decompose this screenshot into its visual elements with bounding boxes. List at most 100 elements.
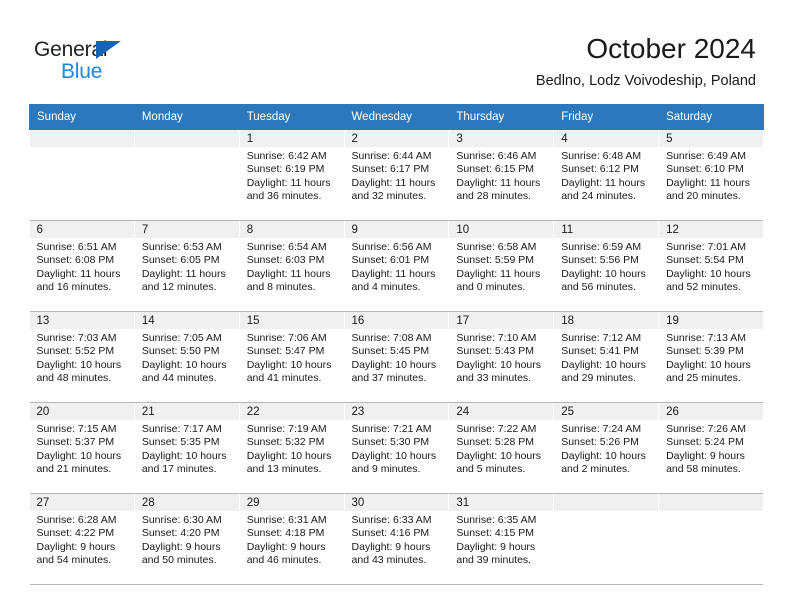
daylight-text-line1: Daylight: 9 hours <box>246 540 326 553</box>
sunrise-text: Sunrise: 6:44 AM <box>351 150 432 162</box>
day-cell-inner: 1 Sunrise: 6:42 AM Sunset: 6:19 PM Daylight… <box>240 130 344 220</box>
calendar-day-cell[interactable]: 15 Sunrise: 7:06 AM Sunset: 5:47 PM Dayligh… <box>238 311 345 403</box>
calendar-day-cell[interactable]: 10 Sunrise: 6:58 AM Sunset: 5:59 PM Dayligh… <box>448 220 555 312</box>
day-cell-details: Sunrise: 6:59 AM Sunset: 5:56 PM Daylight:… <box>555 238 658 295</box>
daylight-text-line1: Daylight: 9 hours <box>456 540 536 553</box>
sunrise-text: Sunrise: 7:24 AM <box>561 423 642 435</box>
daylight-text-line2: and 20 minutes. <box>666 190 741 203</box>
sunset-text: Sunset: 5:39 PM <box>666 345 744 358</box>
day-number <box>659 494 764 511</box>
sunrise-text: Sunrise: 7:01 AM <box>666 241 747 253</box>
daylight-text-line2: and 28 minutes. <box>456 190 532 203</box>
daylight-text-line1: Daylight: 11 hours <box>666 176 750 189</box>
calendar-day-cell[interactable]: 26 Sunrise: 7:26 AM Sunset: 5:24 PM Dayligh… <box>658 402 764 494</box>
day-cell-inner: 10 Sunrise: 6:58 AM Sunset: 5:59 PM Dayligh… <box>449 221 553 311</box>
day-cell-inner <box>29 130 134 220</box>
sunrise-text: Sunrise: 6:59 AM <box>561 241 642 253</box>
day-cell-inner: 30 Sunrise: 6:33 AM Sunset: 4:16 PM Dayligh… <box>345 494 448 584</box>
daylight-text-line2: and 33 minutes. <box>456 372 532 385</box>
sunrise-text: Sunrise: 6:49 AM <box>666 150 747 162</box>
daylight-text-line2: and 44 minutes. <box>141 372 217 385</box>
day-number: 1 <box>240 130 344 147</box>
calendar-day-cell[interactable]: 25 Sunrise: 7:24 AM Sunset: 5:26 PM Dayligh… <box>553 402 660 494</box>
calendar-day-cell[interactable]: 27 Sunrise: 6:28 AM Sunset: 4:22 PM Dayligh… <box>29 493 135 585</box>
day-cell-details: Sunrise: 7:26 AM Sunset: 5:24 PM Daylight:… <box>660 420 764 477</box>
calendar-day-cell[interactable]: 22 Sunrise: 7:19 AM Sunset: 5:32 PM Dayligh… <box>238 402 345 494</box>
daylight-text-line1: Daylight: 10 hours <box>561 267 646 280</box>
day-number: 20 <box>29 403 134 420</box>
calendar-day-cell[interactable]: 13 Sunrise: 7:03 AM Sunset: 5:52 PM Dayligh… <box>29 311 135 403</box>
calendar-day-cell[interactable]: 9 Sunrise: 6:56 AM Sunset: 6:01 PM Daylight… <box>343 220 450 312</box>
calendar-day-cell[interactable]: 18 Sunrise: 7:12 AM Sunset: 5:41 PM Dayligh… <box>553 311 660 403</box>
calendar-day-cell[interactable]: 6 Sunrise: 6:51 AM Sunset: 6:08 PM Daylight… <box>29 220 135 312</box>
day-cell-details: Sunrise: 7:17 AM Sunset: 5:35 PM Daylight:… <box>135 420 238 477</box>
calendar-day-cell[interactable]: 16 Sunrise: 7:08 AM Sunset: 5:45 PM Dayligh… <box>343 311 450 403</box>
brand-logo[interactable]: General Blue <box>34 38 214 84</box>
daylight-text-line2: and 36 minutes. <box>246 190 322 203</box>
page-header: General Blue October 2024 Bedlno, Lodz V… <box>0 0 792 102</box>
daylight-text-line2: and 25 minutes. <box>666 372 741 385</box>
calendar-day-cell[interactable]: 28 Sunrise: 6:30 AM Sunset: 4:20 PM Dayligh… <box>133 493 240 585</box>
day-cell-details: Sunrise: 6:48 AM Sunset: 6:12 PM Daylight:… <box>555 147 658 204</box>
day-cell-inner: 31 Sunrise: 6:35 AM Sunset: 4:15 PM Dayligh… <box>449 494 553 584</box>
calendar-day-cell[interactable]: 31 Sunrise: 6:35 AM Sunset: 4:15 PM Dayligh… <box>448 493 555 585</box>
calendar-day-cell[interactable]: 24 Sunrise: 7:22 AM Sunset: 5:28 PM Dayligh… <box>448 402 555 494</box>
daylight-text-line2: and 13 minutes. <box>246 463 322 476</box>
day-number: 14 <box>135 312 239 329</box>
day-cell-inner: 18 Sunrise: 7:12 AM Sunset: 5:41 PM Dayligh… <box>554 312 658 402</box>
calendar-day-cell[interactable]: 8 Sunrise: 6:54 AM Sunset: 6:03 PM Daylight… <box>238 220 345 312</box>
calendar-day-cell[interactable]: 23 Sunrise: 7:21 AM Sunset: 5:30 PM Dayligh… <box>343 402 450 494</box>
day-cell-inner: 5 Sunrise: 6:49 AM Sunset: 6:10 PM Daylight… <box>659 130 764 220</box>
day-number: 10 <box>449 221 553 238</box>
calendar-day-cell[interactable]: 1 Sunrise: 6:42 AM Sunset: 6:19 PM Daylight… <box>238 129 345 221</box>
day-cell-inner: 6 Sunrise: 6:51 AM Sunset: 6:08 PM Daylight… <box>29 221 134 311</box>
calendar-day-cell[interactable]: 30 Sunrise: 6:33 AM Sunset: 4:16 PM Dayligh… <box>343 493 450 585</box>
day-cell-inner: 20 Sunrise: 7:15 AM Sunset: 5:37 PM Dayligh… <box>29 403 134 493</box>
calendar-day-cell[interactable]: 2 Sunrise: 6:44 AM Sunset: 6:17 PM Daylight… <box>343 129 450 221</box>
daylight-text-line1: Daylight: 10 hours <box>36 449 122 462</box>
calendar-day-cell[interactable]: 21 Sunrise: 7:17 AM Sunset: 5:35 PM Dayligh… <box>133 402 240 494</box>
daylight-text-line1: Daylight: 10 hours <box>141 449 227 462</box>
day-number: 12 <box>659 221 764 238</box>
day-cell-details: Sunrise: 7:19 AM Sunset: 5:32 PM Daylight:… <box>240 420 343 477</box>
sunset-text: Sunset: 6:12 PM <box>561 163 639 176</box>
triangle-icon <box>96 41 121 59</box>
sunrise-text: Sunrise: 6:54 AM <box>246 241 327 253</box>
day-cell-inner: 23 Sunrise: 7:21 AM Sunset: 5:30 PM Dayligh… <box>345 403 448 493</box>
calendar-day-cell[interactable]: 29 Sunrise: 6:31 AM Sunset: 4:18 PM Dayligh… <box>238 493 345 585</box>
calendar-day-cell[interactable]: 5 Sunrise: 6:49 AM Sunset: 6:10 PM Daylight… <box>658 129 764 221</box>
daylight-text-line1: Daylight: 10 hours <box>666 358 751 371</box>
calendar-day-cell[interactable]: 7 Sunrise: 6:53 AM Sunset: 6:05 PM Daylight… <box>133 220 240 312</box>
sunset-text: Sunset: 5:41 PM <box>561 345 639 358</box>
daylight-text-line2: and 24 minutes. <box>561 190 636 203</box>
calendar-day-cell[interactable]: 20 Sunrise: 7:15 AM Sunset: 5:37 PM Dayligh… <box>29 402 135 494</box>
sunrise-text: Sunrise: 7:13 AM <box>666 332 747 344</box>
day-cell-inner: 28 Sunrise: 6:30 AM Sunset: 4:20 PM Dayligh… <box>135 494 239 584</box>
day-cell-inner <box>135 130 239 220</box>
sunrise-text: Sunrise: 6:53 AM <box>141 241 222 253</box>
day-number: 16 <box>345 312 448 329</box>
calendar-day-cell[interactable]: 11 Sunrise: 6:59 AM Sunset: 5:56 PM Dayligh… <box>553 220 660 312</box>
day-cell-inner: 3 Sunrise: 6:46 AM Sunset: 6:15 PM Daylight… <box>449 130 553 220</box>
day-cell-inner: 22 Sunrise: 7:19 AM Sunset: 5:32 PM Dayligh… <box>240 403 344 493</box>
calendar-day-cell[interactable]: 14 Sunrise: 7:05 AM Sunset: 5:50 PM Dayligh… <box>133 311 240 403</box>
sunrise-text: Sunrise: 6:33 AM <box>351 514 432 526</box>
calendar-day-cell[interactable]: 19 Sunrise: 7:13 AM Sunset: 5:39 PM Dayligh… <box>658 311 764 403</box>
calendar-day-cell[interactable]: 12 Sunrise: 7:01 AM Sunset: 5:54 PM Dayligh… <box>658 220 764 312</box>
calendar-day-cell[interactable]: 3 Sunrise: 6:46 AM Sunset: 6:15 PM Daylight… <box>448 129 555 221</box>
day-number: 24 <box>449 403 553 420</box>
sunrise-text: Sunrise: 6:48 AM <box>561 150 642 162</box>
day-cell-details: Sunrise: 6:30 AM Sunset: 4:20 PM Daylight:… <box>135 511 238 568</box>
sunset-text: Sunset: 5:43 PM <box>456 345 535 358</box>
sunrise-text: Sunrise: 6:46 AM <box>456 150 537 162</box>
day-cell-inner <box>554 494 658 584</box>
day-cell-details: Sunrise: 6:44 AM Sunset: 6:17 PM Daylight:… <box>345 147 448 204</box>
sunset-text: Sunset: 6:03 PM <box>246 254 325 267</box>
day-number: 8 <box>240 221 344 238</box>
day-number: 28 <box>135 494 239 511</box>
calendar-day-cell[interactable]: 4 Sunrise: 6:48 AM Sunset: 6:12 PM Daylight… <box>553 129 660 221</box>
sunset-text: Sunset: 6:08 PM <box>36 254 115 267</box>
day-number <box>135 130 239 147</box>
calendar-day-cell[interactable]: 17 Sunrise: 7:10 AM Sunset: 5:43 PM Dayligh… <box>448 311 555 403</box>
daylight-text-line2: and 16 minutes. <box>36 281 112 294</box>
